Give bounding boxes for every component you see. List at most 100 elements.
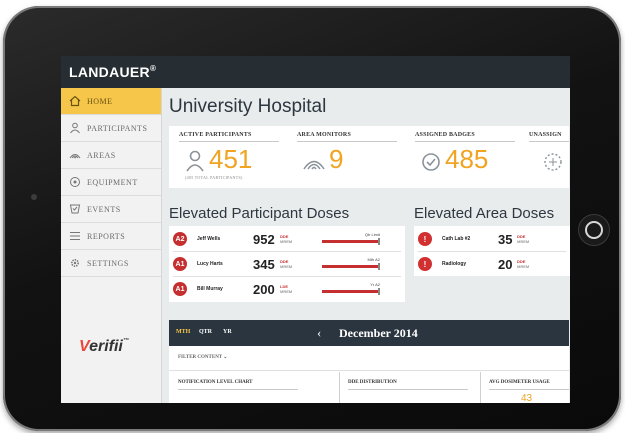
- landauer-logo: LANDAUER®: [69, 64, 157, 80]
- stat-label: AREA MONITORS: [297, 132, 351, 138]
- area-monitors-stat[interactable]: AREA MONITORS: [297, 132, 397, 142]
- dose-limit-bar: Qtr Limit: [322, 232, 380, 245]
- dose-unit: DDE MREM: [280, 234, 293, 244]
- dose-value: 20: [498, 256, 513, 272]
- dose-unit: DDE MREM: [517, 259, 530, 269]
- alert-icon: !: [418, 232, 432, 246]
- dde-distribution-header: DDE DISTRIBUTION: [348, 380, 397, 385]
- stat-label: UNASSIGN: [529, 132, 562, 138]
- list-item[interactable]: ! Cath Lab #2 35 DDE MREM: [418, 227, 531, 251]
- divider: [297, 141, 397, 142]
- divider: [179, 141, 279, 142]
- area-doses-card: ! Cath Lab #2 35 DDE MREM ! Radiology 20 …: [414, 226, 570, 276]
- events-icon: [69, 204, 81, 214]
- sidebar-item-label: SETTINGS: [87, 258, 129, 268]
- participant-name: Bill Murray: [197, 286, 223, 292]
- sidebar-item-areas[interactable]: AREAS: [61, 142, 161, 169]
- sidebar-item-label: AREAS: [87, 150, 116, 160]
- sidebar-item-participants[interactable]: PARTICIPANTS: [61, 115, 161, 142]
- avg-dosimeter-usage-header: AVG DOSIMETER USAGE: [489, 380, 550, 385]
- sidebar-item-label: PARTICIPANTS: [87, 123, 148, 133]
- previous-month-button[interactable]: ‹: [317, 325, 321, 341]
- verifii-logo: Verifii™: [79, 338, 129, 355]
- divider: [529, 141, 569, 142]
- reports-icon: [70, 232, 80, 240]
- list-item[interactable]: A1 Lucy Harts 345 DDE MREM Mth A2: [173, 252, 380, 276]
- divider: [348, 389, 468, 390]
- tab-year[interactable]: YR: [223, 329, 232, 335]
- sidebar-item-label: REPORTS: [87, 231, 126, 241]
- filter-content-toggle[interactable]: FILTER CONTENT ⌄: [178, 354, 228, 360]
- area-monitors-value: 9: [329, 144, 344, 174]
- dose-level-badge: A2: [173, 232, 187, 246]
- sidebar-item-label: EQUIPMENT: [87, 177, 138, 187]
- dose-unit: DDE MREM: [280, 259, 293, 269]
- dose-level-badge: A1: [173, 282, 187, 296]
- dose-value: 952: [253, 231, 275, 247]
- filter-panel: FILTER CONTENT ⌄ NOTIFICATION LEVEL CHAR…: [169, 346, 569, 403]
- list-item[interactable]: ! Radiology 20 DDE MREM: [418, 252, 531, 276]
- sidebar-item-equipment[interactable]: EQUIPMENT: [61, 169, 161, 196]
- home-icon: [69, 95, 81, 107]
- sidebar-item-reports[interactable]: REPORTS: [61, 223, 161, 250]
- divider: [339, 372, 340, 403]
- tab-quarter[interactable]: QTR: [199, 329, 212, 335]
- sidebar-item-label: EVENTS: [87, 204, 121, 214]
- main-content: University Hospital ACTIVE PARTICIPANTS …: [162, 88, 570, 403]
- area-icon: [69, 154, 81, 159]
- area-monitor-icon: [303, 160, 325, 170]
- sidebar-item-label: HOME: [87, 96, 113, 106]
- equipment-icon: [70, 177, 80, 187]
- sidebar-item-home[interactable]: HOME: [61, 88, 161, 115]
- tab-month[interactable]: MTH: [176, 329, 190, 335]
- person-icon: [186, 150, 204, 172]
- total-participants-note: (485 TOTAL PARTICIPANTS): [185, 175, 243, 180]
- period-bar: MTH QTR YR ‹ December 2014: [169, 320, 569, 346]
- area-name: Cath Lab #2: [442, 236, 471, 242]
- assigned-badges-stat[interactable]: ASSIGNED BADGES: [415, 132, 515, 142]
- unassigned-icon: [544, 153, 562, 171]
- tablet-frame: LANDAUER® HOME PARTICIPANTS AREAS EQUIPM…: [3, 6, 621, 431]
- stat-label: ASSIGNED BADGES: [415, 132, 475, 138]
- current-month: December 2014: [339, 326, 418, 340]
- app-screen: LANDAUER® HOME PARTICIPANTS AREAS EQUIPM…: [61, 56, 570, 403]
- alert-icon: !: [418, 257, 432, 271]
- assigned-badges-value: 485: [445, 144, 489, 174]
- active-participants-stat[interactable]: ACTIVE PARTICIPANTS: [179, 132, 279, 142]
- divider: [178, 389, 298, 390]
- sidebar: HOME PARTICIPANTS AREAS EQUIPMENT EVENTS…: [61, 88, 162, 403]
- avg-usage-value: 43: [521, 393, 533, 403]
- camera-icon: [31, 194, 37, 200]
- dose-value: 35: [498, 231, 513, 247]
- dose-value: 345: [253, 256, 275, 272]
- stat-label: ACTIVE PARTICIPANTS: [179, 132, 252, 138]
- top-bar: LANDAUER®: [61, 56, 570, 88]
- dose-unit: DDE MREM: [517, 234, 530, 244]
- dose-level-badge: A1: [173, 257, 187, 271]
- notification-level-chart-header: NOTIFICATION LEVEL CHART: [178, 380, 253, 385]
- dose-limit-bar: Yr A2: [322, 282, 380, 295]
- person-icon: [70, 122, 80, 134]
- dose-value: 200: [253, 281, 275, 297]
- divider: [169, 370, 569, 371]
- badge-check-icon: [422, 153, 440, 171]
- home-button[interactable]: [578, 214, 610, 246]
- elevated-participant-doses-title: Elevated Participant Doses: [169, 205, 350, 222]
- stats-panel: ACTIVE PARTICIPANTS 451 (485 TOTAL PARTI…: [169, 126, 569, 188]
- active-participants-value: 451: [209, 144, 253, 174]
- sidebar-item-events[interactable]: EVENTS: [61, 196, 161, 223]
- dose-limit-bar: Mth A2: [322, 257, 380, 270]
- divider: [480, 372, 481, 403]
- elevated-area-doses-title: Elevated Area Doses: [414, 205, 555, 222]
- unassigned-stat[interactable]: UNASSIGN: [529, 132, 569, 142]
- participant-name: Jeff Wells: [197, 236, 221, 242]
- list-item[interactable]: A1 Bill Murray 200 LDE MREM Yr A2: [173, 277, 380, 301]
- sidebar-item-settings[interactable]: SETTINGS: [61, 250, 161, 277]
- dose-unit: LDE MREM: [280, 284, 293, 294]
- list-item[interactable]: A2 Jeff Wells 952 DDE MREM Qtr Limit: [173, 227, 380, 251]
- divider: [489, 389, 569, 390]
- participant-name: Lucy Harts: [197, 261, 223, 267]
- area-name: Radiology: [442, 261, 467, 267]
- divider: [415, 141, 515, 142]
- chevron-down-icon: ⌄: [223, 355, 228, 360]
